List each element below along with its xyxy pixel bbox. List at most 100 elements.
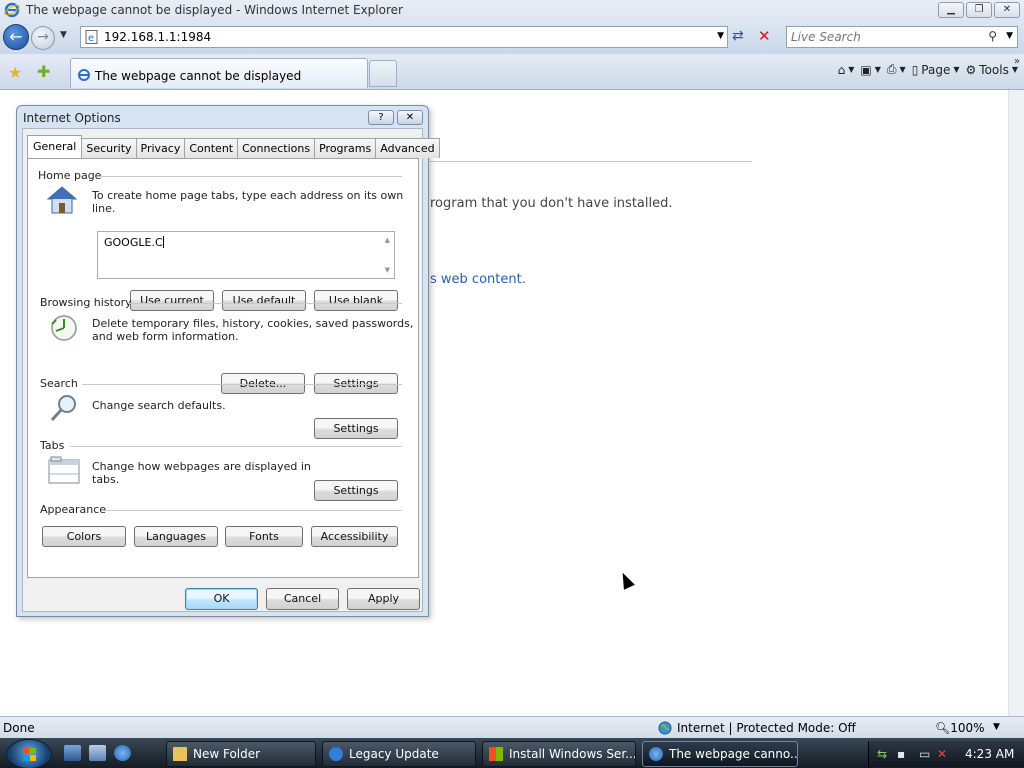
dialog-title: Internet Options — [23, 111, 121, 125]
fonts-button[interactable]: Fonts — [225, 526, 303, 547]
tools-menu[interactable]: ⚙ Tools ▼ — [966, 63, 1018, 77]
stop-icon[interactable]: ✕ — [758, 27, 771, 45]
apply-button[interactable]: Apply — [347, 588, 420, 610]
show-desktop-icon[interactable] — [64, 745, 81, 761]
use-current-button[interactable]: Use current — [130, 290, 214, 311]
dialog-tabs: General Security Privacy Content Connect… — [27, 135, 440, 158]
colors-button[interactable]: Colors — [42, 526, 126, 547]
address-dropdown-icon[interactable]: ▼ — [717, 31, 724, 41]
home-page-desc: To create home page tabs, type each addr… — [92, 189, 404, 215]
minimize-button[interactable]: ▁ — [938, 2, 964, 18]
browsing-history-label: Browsing history — [40, 296, 132, 309]
ie-icon — [649, 747, 663, 761]
tab-privacy[interactable]: Privacy — [136, 138, 186, 158]
browser-tab[interactable]: The webpage cannot be displayed — [70, 58, 368, 88]
home-page-value: GOOGLE.C — [104, 236, 164, 249]
help-button[interactable]: ? — [368, 110, 394, 125]
security-zone[interactable]: Internet | Protected Mode: Off — [658, 721, 856, 735]
home-page-textarea[interactable]: GOOGLE.C ▲ ▼ — [97, 231, 395, 279]
zoom-level[interactable]: 🔍︎100% — [935, 721, 985, 735]
recent-pages-dropdown-icon[interactable]: ▼ — [60, 30, 67, 40]
internet-options-dialog: Internet Options ? ✕ General Security Pr… — [16, 105, 440, 617]
rss-icon: ▣ — [860, 62, 872, 77]
zoom-text: 100% — [950, 721, 985, 735]
windows-flag-icon — [489, 747, 503, 761]
address-field[interactable]: e ▼ — [80, 26, 728, 48]
accessibility-button[interactable]: Accessibility — [311, 526, 398, 547]
tab-general[interactable]: General — [27, 135, 83, 158]
page-icon: e — [85, 30, 98, 44]
forward-button[interactable]: → — [31, 26, 55, 50]
home-page-text: GOOGLE.C — [104, 236, 163, 249]
volume-muted-icon[interactable]: ✕ — [937, 747, 947, 761]
refresh-icon[interactable]: ⇄ — [732, 28, 744, 44]
restore-button[interactable]: ❐ — [966, 2, 992, 18]
add-favorites-icon[interactable]: ✚ — [37, 62, 50, 81]
clock: 4:23 AM — [965, 747, 1015, 761]
more-commands-chevron-icon[interactable]: » — [1014, 56, 1020, 67]
error-link[interactable]: s web content. — [430, 272, 526, 287]
switch-windows-icon[interactable] — [89, 745, 106, 761]
tab-content[interactable]: Content — [185, 138, 239, 158]
network-sync-icon[interactable]: ⇆ — [877, 747, 887, 761]
taskbar-legacy-update[interactable]: Legacy Update — [322, 741, 476, 767]
taskbar-install-windows[interactable]: Install Windows Ser... — [482, 741, 636, 767]
search-options-dropdown-icon[interactable]: ▼ — [1006, 31, 1013, 41]
page-menu[interactable]: ▯ Page ▼ — [912, 63, 960, 77]
home-page-group-label: Home page — [38, 169, 102, 182]
tab-advanced[interactable]: Advanced — [376, 138, 440, 158]
divider — [430, 161, 752, 162]
tab-connections[interactable]: Connections — [238, 138, 316, 158]
svg-text:e: e — [88, 33, 94, 44]
use-default-button[interactable]: Use default — [222, 290, 306, 311]
print-icon: ⎙ — [886, 62, 897, 76]
search-group-label: Search — [40, 377, 78, 390]
vertical-scrollbar[interactable] — [1008, 90, 1024, 716]
internet-explorer-icon[interactable] — [114, 745, 131, 761]
taskbar-label: Legacy Update — [349, 747, 439, 761]
feeds-button[interactable]: ▣ ▼ — [860, 63, 881, 77]
folder-icon — [173, 747, 187, 761]
taskbar-label: Install Windows Ser... — [509, 747, 636, 761]
quick-launch — [64, 745, 131, 761]
search-field[interactable]: ⚲ ▼ — [786, 26, 1018, 48]
safely-remove-icon[interactable]: ▪ — [897, 747, 905, 761]
ie-logo-icon — [4, 2, 20, 18]
search-input[interactable] — [791, 30, 981, 44]
print-button[interactable]: ⎙ ▼ — [887, 62, 906, 77]
close-window-button[interactable]: ✕ — [994, 2, 1020, 18]
scroll-up-icon[interactable]: ▲ — [385, 236, 390, 244]
start-button[interactable] — [6, 739, 52, 768]
status-text: Done — [3, 721, 35, 735]
taskbar-ie-window[interactable]: The webpage canno... — [642, 741, 798, 767]
languages-button[interactable]: Languages — [134, 526, 218, 547]
network-icon[interactable]: ▭ — [919, 747, 930, 761]
tabs-settings-button[interactable]: Settings — [314, 480, 398, 501]
home-button[interactable]: ⌂ ▼ — [838, 63, 855, 77]
new-tab-button[interactable] — [369, 60, 397, 87]
back-button[interactable]: ← — [3, 24, 29, 50]
zone-text: Internet | Protected Mode: Off — [677, 721, 856, 735]
zoom-dropdown-icon[interactable]: ▼ — [993, 722, 1000, 732]
appearance-group-label: Appearance — [40, 503, 107, 516]
taskbar-new-folder[interactable]: New Folder — [166, 741, 316, 767]
search-icon[interactable]: ⚲ — [988, 29, 997, 43]
search-settings-button[interactable]: Settings — [314, 418, 398, 439]
taskbar: New Folder Legacy Update Install Windows… — [0, 738, 1024, 768]
favorites-star-icon[interactable]: ★ — [8, 63, 22, 82]
page-menu-label: Page — [921, 62, 951, 77]
tab-security[interactable]: Security — [82, 138, 137, 158]
tab-programs[interactable]: Programs — [315, 138, 377, 158]
use-blank-button[interactable]: Use blank — [314, 290, 398, 311]
dialog-close-button[interactable]: ✕ — [397, 110, 423, 125]
mouse-cursor-icon — [617, 570, 635, 590]
scroll-down-icon[interactable]: ▼ — [385, 266, 390, 274]
error-text: rogram that you don't have installed. — [430, 196, 673, 211]
cancel-button[interactable]: Cancel — [266, 588, 339, 610]
url-input[interactable] — [104, 30, 694, 44]
zoom-icon: 🔍︎ — [935, 721, 951, 735]
address-bar-row: ← → ▼ e ▼ ⇄ ✕ ⚲ ▼ — [0, 20, 1024, 54]
search-magnifier-icon — [50, 395, 76, 422]
group-divider — [98, 176, 402, 177]
ok-button[interactable]: OK — [185, 588, 258, 610]
